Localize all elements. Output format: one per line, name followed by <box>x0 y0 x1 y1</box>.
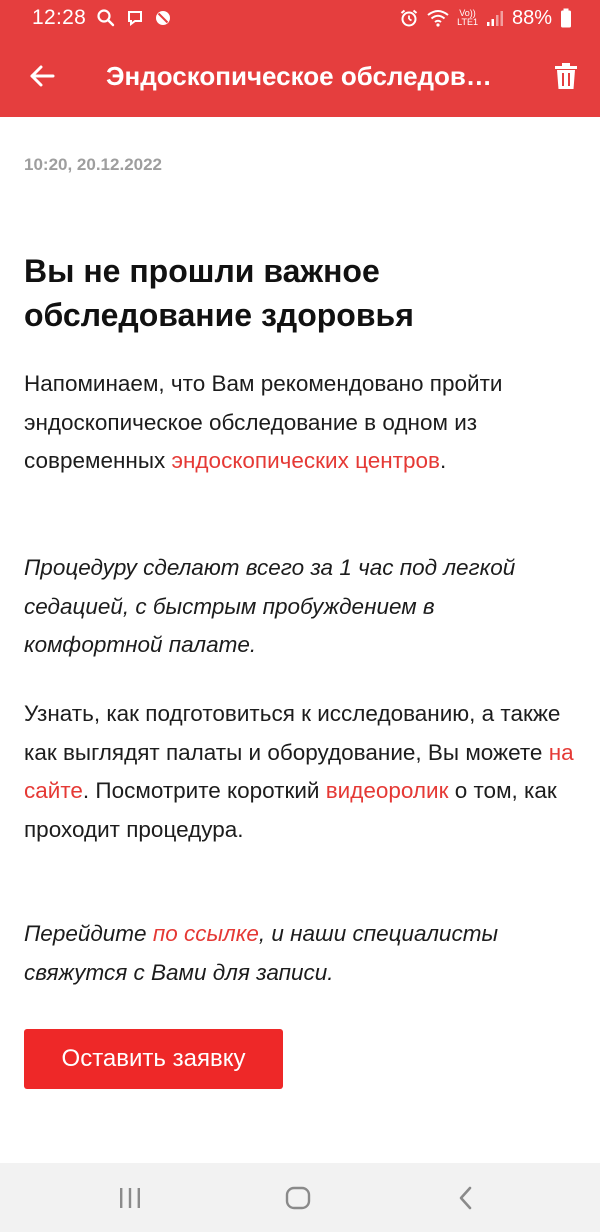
back-button[interactable] <box>22 56 62 96</box>
signal-icon <box>486 9 504 27</box>
endoscopy-centers-link[interactable]: эндоскопических центров <box>172 448 440 473</box>
submit-request-button[interactable]: Оставить заявку <box>24 1029 283 1089</box>
home-icon <box>285 1186 311 1210</box>
recent-apps-icon <box>120 1188 140 1208</box>
message-headline: Вы не прошли важное обследование здоровь… <box>24 253 414 333</box>
recent-apps-button[interactable] <box>100 1177 160 1219</box>
system-nav-bar <box>0 1163 600 1232</box>
home-button[interactable] <box>268 1177 328 1219</box>
page-title-text: Эндоскопическое обследов… <box>106 61 492 91</box>
chat-icon <box>126 9 144 27</box>
follow-link[interactable]: по ссылке <box>153 921 259 946</box>
arrow-left-icon <box>30 65 55 87</box>
battery-percent: 88% <box>511 6 552 29</box>
delete-button[interactable] <box>546 56 586 96</box>
paragraph-reminder: Напоминаем, что Вам рекомендовано пройти… <box>24 365 576 481</box>
status-bar: 12:28 Vo)) LTE1 88% <box>0 0 600 36</box>
search-icon <box>96 8 116 28</box>
system-back-button[interactable] <box>436 1177 496 1219</box>
app-bar: Эндоскопическое обследов… <box>0 36 600 117</box>
trash-icon <box>555 63 577 89</box>
p3-text-before: Узнать, как подготовиться к исследованию… <box>24 701 561 765</box>
status-left: 12:28 <box>32 0 172 36</box>
p1-text-after: . <box>439 448 447 473</box>
wifi-icon <box>427 9 449 27</box>
status-right: Vo)) LTE1 88% <box>399 0 572 36</box>
video-link[interactable]: видеоролик <box>326 778 449 803</box>
paragraph-follow-link: Перейдите по ссылке, и наши специалисты … <box>24 915 576 992</box>
paragraph-procedure: Процедуру сделают всего за 1 час под лег… <box>24 555 516 657</box>
p4-text-before: Перейдите <box>24 921 153 946</box>
status-time: 12:28 <box>32 6 87 29</box>
paragraph-preparation: Узнать, как подготовиться к исследованию… <box>24 695 576 849</box>
battery-icon <box>560 8 572 28</box>
p3-text-middle: . Посмотрите короткий <box>82 778 326 803</box>
lte-label: LTE1 <box>457 17 478 27</box>
back-chevron-icon <box>459 1186 472 1210</box>
page-title: Эндоскопическое обследов… <box>106 36 516 117</box>
volte-icon: Vo)) LTE1 <box>457 9 478 27</box>
no-sign-icon <box>154 9 172 27</box>
message-timestamp: 10:20, 20.12.2022 <box>24 155 163 174</box>
alarm-icon <box>399 8 419 28</box>
